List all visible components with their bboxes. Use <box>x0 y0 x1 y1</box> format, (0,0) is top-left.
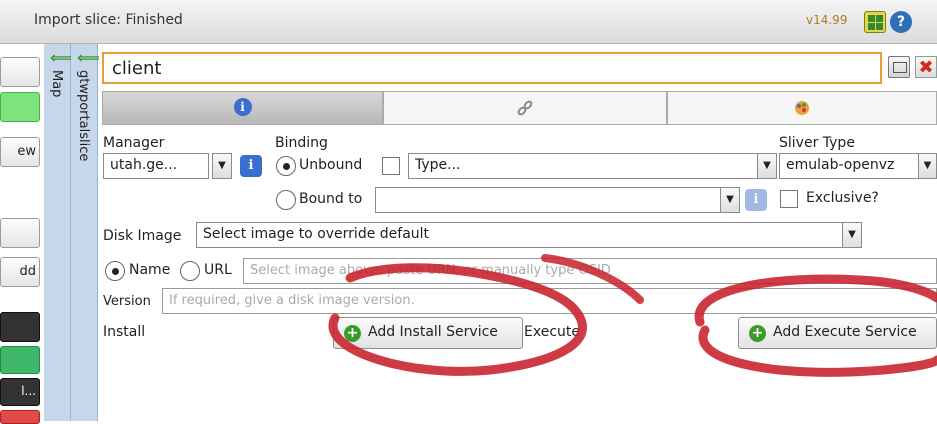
left-toolbar-button-green[interactable] <box>0 92 40 122</box>
version-input[interactable]: If required, give a disk image version. <box>162 288 937 314</box>
exclusive-label: Exclusive? <box>806 190 879 206</box>
version-label: Version <box>103 294 151 309</box>
bound-to-info-icon[interactable]: i <box>745 189 767 211</box>
type-dropdown-arrow[interactable]: ▼ <box>757 153 777 179</box>
install-label: Install <box>103 324 146 340</box>
unbound-radio[interactable] <box>276 156 296 176</box>
manager-label: Manager <box>103 135 165 151</box>
manager-select[interactable]: utah.ge... <box>103 153 209 179</box>
url-radio[interactable] <box>180 261 200 281</box>
url-radio-label: URL <box>204 262 232 278</box>
left-toolbar-button-green-2[interactable] <box>0 346 40 374</box>
new-button[interactable]: ew <box>0 137 40 167</box>
image-urn-input[interactable]: Select image above, paste URN, or manual… <box>243 258 937 284</box>
binding-label: Binding <box>275 135 328 151</box>
slice-pane-tab[interactable]: ⟸ gtwportalslice <box>71 44 100 421</box>
left-toolbar-button-more[interactable]: l... <box>0 378 40 406</box>
tab-info[interactable]: i <box>102 91 383 125</box>
grid-icon[interactable] <box>864 11 886 33</box>
add-install-service-button[interactable]: + Add Install Service <box>333 317 523 349</box>
palette-icon <box>795 101 809 115</box>
window-title: Import slice: Finished <box>34 12 183 28</box>
exclusive-checkbox[interactable] <box>780 190 798 208</box>
left-toolbar-button-red[interactable] <box>0 410 40 424</box>
map-pane-tab[interactable]: ⟸ Map <box>44 44 73 421</box>
name-radio-label: Name <box>129 262 171 278</box>
save-icon[interactable] <box>888 56 910 78</box>
add-button[interactable]: dd <box>0 257 40 287</box>
bound-to-select[interactable] <box>375 187 721 213</box>
tab-links[interactable] <box>383 91 667 125</box>
left-toolbar-button-1[interactable] <box>0 57 40 87</box>
sliver-type-select[interactable]: emulab-openvz <box>779 153 919 179</box>
disk-image-select[interactable]: Select image to override default <box>196 222 843 248</box>
map-pane-label: Map <box>49 70 64 98</box>
node-name-field[interactable]: client <box>102 52 882 84</box>
name-radio[interactable] <box>105 261 125 281</box>
add-icon: + <box>749 325 766 342</box>
title-bar: Import slice: Finished v14.99 ? <box>0 0 937 44</box>
sliver-type-label: Sliver Type <box>779 135 855 151</box>
type-select[interactable]: Type... <box>408 153 758 179</box>
sliver-type-dropdown-arrow[interactable]: ▼ <box>918 153 937 179</box>
bound-to-label: Bound to <box>299 191 363 207</box>
arrow-left-icon: ⟸ <box>50 48 73 67</box>
help-icon[interactable]: ? <box>890 11 912 33</box>
add-install-service-label: Add Install Service <box>368 324 498 340</box>
disk-image-dropdown-arrow[interactable]: ▼ <box>842 222 862 248</box>
bound-to-dropdown-arrow[interactable]: ▼ <box>720 187 740 213</box>
disk-image-label: Disk Image <box>103 228 182 244</box>
version-label: v14.99 <box>806 13 848 27</box>
close-icon[interactable]: ✖ <box>915 56 937 78</box>
arrow-left-icon: ⟸ <box>77 48 100 67</box>
add-execute-service-button[interactable]: + Add Execute Service <box>738 317 937 349</box>
manager-dropdown-arrow[interactable]: ▼ <box>212 153 232 179</box>
left-toolbar-button-blank[interactable] <box>0 218 40 248</box>
left-toolbar-button-dark[interactable] <box>0 312 40 342</box>
tab-appearance[interactable] <box>667 91 937 125</box>
add-icon: + <box>344 325 361 342</box>
add-execute-service-label: Add Execute Service <box>773 324 917 340</box>
manager-info-icon[interactable]: i <box>240 155 262 177</box>
type-checkbox[interactable] <box>382 157 400 175</box>
slice-pane-label: gtwportalslice <box>76 70 91 162</box>
link-icon <box>517 100 533 116</box>
execute-label: Execute <box>524 324 580 340</box>
info-icon: i <box>233 98 252 116</box>
unbound-label: Unbound <box>299 157 363 173</box>
bound-to-radio[interactable] <box>276 190 296 210</box>
